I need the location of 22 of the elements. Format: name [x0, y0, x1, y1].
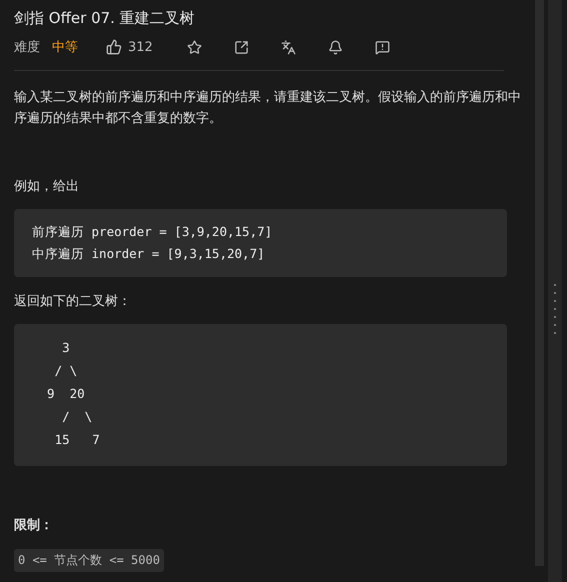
constraints-heading: 限制：: [14, 517, 54, 534]
share-icon: [234, 40, 249, 54]
result-intro: 返回如下的二叉树：: [14, 293, 132, 311]
tree-code-block: 3 / \ 9 20 / \ 15 7: [14, 324, 507, 466]
feedback-icon: [374, 40, 390, 54]
thumbs-up-icon: [106, 39, 122, 55]
problem-title: 剑指 Offer 07. 重建二叉树: [14, 8, 196, 28]
example-intro: 例如，给出: [14, 178, 80, 196]
translate-icon: [280, 40, 296, 54]
share-button[interactable]: [234, 40, 249, 54]
difficulty-value: 中等: [52, 39, 78, 56]
example-code-block: 前序遍历 preorder = [3,9,20,15,7] 中序遍历 inorder = [9,3,15,20,7]: [14, 209, 507, 277]
constraint-code: 0 <= 节点个数 <= 5000: [14, 549, 164, 572]
like-button[interactable]: 312: [106, 39, 153, 55]
problem-description: 输入某二叉树的前序遍历和中序遍历的结果，请重建该二叉树。假设输入的前序遍历和中序遍历的结果中都不含重复的数字。: [14, 89, 521, 128]
feedback-button[interactable]: [374, 40, 390, 54]
translate-button[interactable]: [280, 40, 296, 54]
difficulty-label: 难度: [14, 39, 40, 56]
bell-button[interactable]: [328, 40, 343, 54]
star-button[interactable]: [186, 40, 202, 54]
star-icon: [186, 40, 202, 54]
bell-icon: [328, 40, 343, 54]
